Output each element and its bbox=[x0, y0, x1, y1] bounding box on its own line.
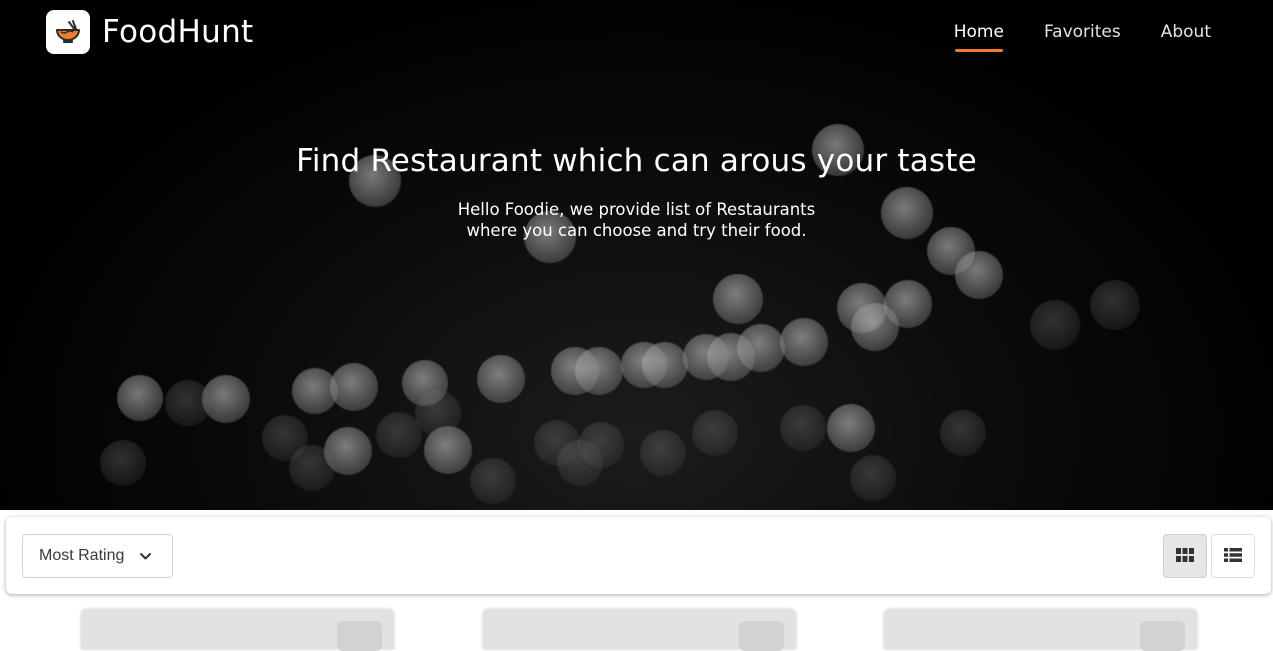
hero-subtitle-line-1: Hello Foodie, we provide list of Restaur… bbox=[457, 200, 816, 219]
heart-icon[interactable] bbox=[739, 621, 784, 651]
nav-about[interactable]: About bbox=[1161, 22, 1211, 42]
hero-section: FoodHunt Home Favorites About Find Resta… bbox=[0, 0, 1273, 510]
heart-icon[interactable] bbox=[337, 621, 382, 651]
brand[interactable]: FoodHunt bbox=[46, 10, 254, 54]
noodle-bowl-icon bbox=[46, 10, 90, 54]
restaurant-card[interactable] bbox=[483, 609, 796, 651]
chevron-down-icon bbox=[139, 550, 152, 568]
hero-subtitle: Hello Foodie, we provide list of Restaur… bbox=[0, 199, 1273, 241]
nav-favorites[interactable]: Favorites bbox=[1044, 22, 1121, 42]
brand-name: FoodHunt bbox=[102, 14, 254, 50]
hero-title: Find Restaurant which can arous your tas… bbox=[296, 143, 977, 179]
list-icon bbox=[1224, 547, 1242, 566]
hero-subtitle-line-2: where you can choose and try their food. bbox=[466, 221, 807, 240]
main-nav: Home Favorites About bbox=[914, 22, 1211, 52]
list-view-button[interactable] bbox=[1211, 534, 1255, 578]
restaurant-card[interactable] bbox=[884, 609, 1197, 651]
restaurant-card[interactable] bbox=[81, 609, 394, 651]
sort-select-value: Most Rating bbox=[39, 547, 125, 564]
filter-bar: Most Rating bbox=[6, 517, 1271, 594]
heart-icon[interactable] bbox=[1140, 621, 1185, 651]
grid-icon bbox=[1176, 547, 1194, 566]
sort-select[interactable]: Most Rating bbox=[22, 534, 173, 578]
grid-view-button[interactable] bbox=[1163, 534, 1207, 578]
bokeh-background bbox=[0, 0, 1273, 510]
nav-home[interactable]: Home bbox=[954, 22, 1004, 52]
